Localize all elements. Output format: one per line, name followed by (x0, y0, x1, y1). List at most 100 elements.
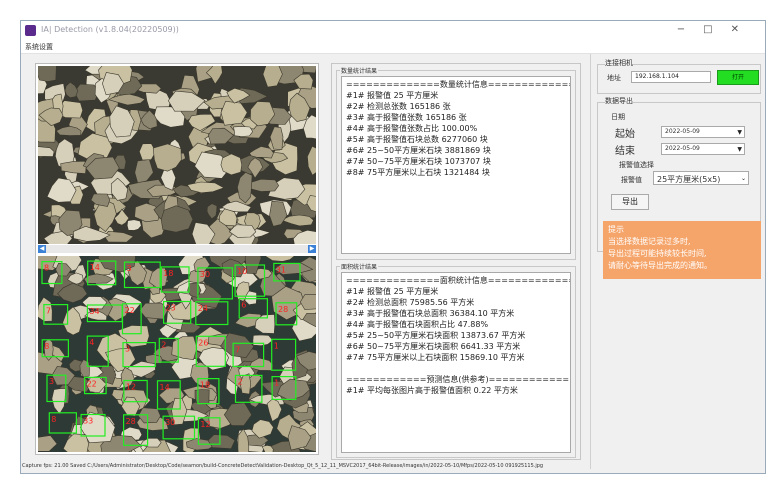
start-date-value: 2022-05-09 (665, 128, 700, 135)
title-bar: IA| Detection (v1.8.04(20220509)) −□✕ (21, 21, 765, 41)
detection-label: 14 (160, 383, 170, 392)
detection-label: 14 (90, 263, 100, 272)
end-date-picker[interactable]: 2022-05-09 ▼ (661, 143, 745, 155)
chevron-down-icon[interactable]: ▼ (737, 129, 742, 136)
menu-bar: 系统设置 (21, 41, 765, 54)
connection-group-label: 连接相机 (605, 58, 633, 68)
detection-label: 6 (241, 301, 246, 310)
tip-line: 请耐心等待导出完成的通知。 (608, 261, 712, 270)
area-stats-textbox[interactable]: ==============面积统计信息============== #1# 报警… (341, 272, 571, 453)
detection-label: 18 (200, 381, 210, 390)
alarm-value-selected: 25平方厘米(5x5) (657, 175, 721, 184)
detection-label: 34 (89, 307, 99, 316)
export-button[interactable]: 导出 (611, 194, 649, 210)
detection-label: 8 (44, 342, 49, 351)
stats-line: ============预测信息(供参考)============ (346, 375, 570, 384)
stats-line: #4# 高于报警值张数占比 100.00% (346, 124, 478, 133)
date-label: 日期 (611, 113, 625, 121)
app-icon (25, 25, 36, 36)
detection-label: 22 (87, 379, 97, 388)
stats-line: #1# 报警值 25 平方厘米 (346, 287, 439, 296)
detection-label: 18 (163, 269, 173, 278)
stats-line: ==============面积统计信息============== (346, 276, 571, 285)
stats-line: #6# 50~75平方厘米石块面积 6641.33 平方米 (346, 342, 521, 351)
gravel-stone (160, 205, 194, 233)
stats-line: #6# 25~50平方厘米石块 3881869 块 (346, 146, 491, 155)
tip-line: 当选择数据记录过多时, (608, 237, 691, 246)
minimize-icon[interactable]: − (677, 24, 703, 35)
stats-column: 数量统计结果 ==============数量统计信息=============… (331, 63, 581, 460)
quantity-group-label: 数量统计结果 (340, 66, 379, 75)
area-group-label: 面积统计结果 (340, 262, 379, 271)
detection-label: 2 (161, 340, 166, 349)
detection-view: 8 14 3 18 30 10 31 7 34 22 23 24 6 28 8 4 3 2 26 7 1 3 22 12 14 1… (38, 256, 316, 452)
scroll-left-button[interactable]: ◀ (38, 245, 46, 253)
stats-line: #5# 高于报警值石块总数 6277060 块 (346, 135, 488, 144)
detection-label: 30 (200, 270, 210, 279)
tip-line: 导出过程可能持续较长时间, (608, 249, 707, 258)
live-camera-view (38, 66, 316, 244)
detection-label: 24 (198, 304, 208, 313)
maximize-icon[interactable]: □ (703, 24, 730, 35)
status-bar: Capture fps: 21.00 Saved C:/Users/Admini… (22, 463, 544, 469)
stats-line: #1# 平均每张图片高于报警值面积 0.22 平方米 (346, 386, 518, 395)
gravel-stone (194, 389, 210, 405)
stats-line: #2# 检测总张数 165186 张 (346, 102, 451, 111)
export-group-label: 数据导出 (605, 96, 633, 106)
tip-title: 提示 (608, 225, 624, 234)
detection-label: 28 (126, 417, 136, 426)
start-date-picker[interactable]: 2022-05-09 ▼ (661, 126, 745, 138)
close-icon[interactable]: ✕ (731, 24, 757, 35)
chevron-down-icon[interactable]: ▼ (737, 146, 742, 153)
detection-label: 1 (274, 379, 279, 388)
address-input[interactable]: 192.168.1.104 (631, 71, 711, 83)
window-title: IA| Detection (v1.8.04(20220509)) (41, 25, 179, 34)
scroll-right-button[interactable]: ▶ (308, 245, 316, 253)
stats-line: ==============数量统计信息============== (346, 80, 571, 89)
alarm-value-select[interactable]: 25平方厘米(5x5) ⌄ (653, 171, 749, 185)
end-date-value: 2022-05-09 (665, 145, 700, 152)
detection-label: 33 (83, 417, 93, 426)
detection-label: 28 (278, 305, 288, 314)
chevron-down-icon[interactable]: ⌄ (741, 175, 746, 182)
raw-gravel-image (38, 66, 316, 244)
detection-label: 8 (51, 415, 56, 424)
stats-line: #4# 高于报警值石块面积占比 47.88% (346, 320, 489, 329)
stats-line: #5# 25~50平方厘米石块面积 13873.67 平方米 (346, 331, 526, 340)
alarm-value-label: 报警值 (621, 176, 642, 184)
stats-line: #3# 高于报警值石块总面积 36384.10 平方米 (346, 309, 515, 318)
gravel-stone (38, 66, 57, 82)
detection-label: 3 (125, 345, 130, 354)
control-panel: 连接相机 地址 192.168.1.104 打开 数据导出 日期 起始 2022… (590, 54, 763, 469)
detection-label: 2 (238, 377, 243, 386)
stats-line: #7# 75平方厘米以上石块面积 15869.10 平方米 (346, 353, 525, 362)
detection-label: 10 (237, 267, 247, 276)
detection-label: 3 (127, 264, 132, 273)
stats-line: #8# 75平方厘米以上石块 1321484 块 (346, 168, 490, 177)
end-date-label: 结束 (615, 146, 635, 157)
detection-label: 3 (49, 377, 54, 386)
quantity-stats-textbox[interactable]: ==============数量统计信息============== #1# 报警… (341, 76, 571, 254)
alarm-group-label: 报警值选择 (619, 161, 654, 169)
detection-label: 4 (89, 338, 94, 347)
camera-panel: ◀ ▶ 8 14 3 18 30 10 31 7 34 22 23 24 6 28 8 4 3 2 26 7 1 3 22 1… (35, 63, 319, 455)
start-date-label: 起始 (615, 129, 635, 140)
menu-system-settings[interactable]: 系统设置 (25, 42, 53, 52)
connect-button[interactable]: 打开 (717, 70, 759, 85)
detection-label: 31 (276, 265, 286, 274)
stats-line (346, 363, 566, 374)
detection-label: 7 (235, 345, 240, 354)
window-controls[interactable]: −□✕ (677, 24, 757, 35)
stats-line: #1# 报警值 25 平方厘米 (346, 91, 439, 100)
image-scrollbar[interactable]: ◀ ▶ (38, 245, 316, 253)
detection-label: 8 (44, 264, 49, 273)
gravel-stone (233, 126, 254, 137)
detection-label: 1 (274, 341, 279, 350)
stats-line: #3# 高于报警值张数 165186 张 (346, 113, 467, 122)
detection-label: 22 (125, 306, 135, 315)
detection-label: 12 (200, 420, 210, 429)
address-label: 地址 (607, 74, 621, 82)
detection-label: 12 (126, 383, 136, 392)
detection-label: 7 (46, 307, 51, 316)
detection-label: 30 (165, 418, 175, 427)
